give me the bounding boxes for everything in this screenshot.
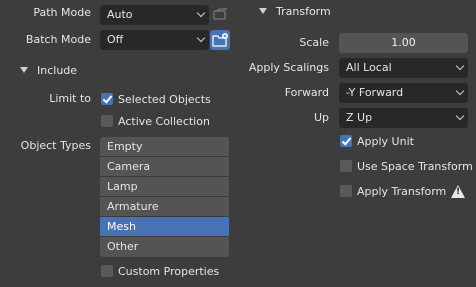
chevron-down-icon [196,8,206,18]
custom-properties-label: Custom Properties [118,265,220,278]
batch-mode-label: Batch Mode [25,33,91,46]
batch-mode-dropdown[interactable]: Off [100,30,209,50]
up-value: Z Up [346,111,373,124]
scale-field[interactable]: 1.00 [339,33,468,53]
apply-unit-checkbox[interactable]: Apply Unit [340,133,414,151]
disclosure-triangle-icon [20,67,28,73]
checkmark-icon [340,135,352,147]
path-mode-label: Path Mode [33,6,91,19]
apply-scalings-dropdown[interactable]: All Local [339,58,468,78]
object-type-empty[interactable]: Empty [100,137,229,157]
batch-mode-value: Off [107,33,124,46]
object-type-other[interactable]: Other [100,237,229,257]
use-space-transform-label: Use Space Transform [357,160,473,173]
active-collection-label: Active Collection [118,115,210,128]
apply-scalings-value: All Local [346,61,392,74]
active-collection-checkbox[interactable]: Active Collection [101,113,210,131]
apply-unit-label: Apply Unit [357,135,414,148]
embed-file-toggle[interactable] [211,6,229,24]
up-label: Up [313,111,329,124]
chevron-down-icon [455,61,465,71]
new-folder-toggle[interactable] [210,30,230,50]
limit-to-label: Limit to [49,92,91,105]
checkbox-icon [340,160,352,172]
right-panel: Transform Scale 1.00 Apply Scalings All … [243,0,476,287]
checkmark-icon [101,93,113,105]
object-types-label: Object Types [20,139,91,152]
apply-transform-label: Apply Transform [357,185,447,198]
path-mode-dropdown[interactable]: Auto [100,5,209,25]
checkbox-icon [101,115,113,127]
selected-objects-label: Selected Objects [118,93,211,106]
forward-dropdown[interactable]: -Y Forward [339,83,468,103]
forward-value: -Y Forward [346,86,404,99]
object-type-armature[interactable]: Armature [100,197,229,217]
custom-properties-checkbox[interactable]: Custom Properties [101,263,219,281]
checkbox-icon [101,265,113,277]
chevron-down-icon [455,111,465,121]
apply-scalings-label: Apply Scalings [248,61,329,74]
object-type-mesh[interactable]: Mesh [100,217,229,237]
include-title: Include [37,64,78,77]
chevron-down-icon [196,33,206,43]
transform-title: Transform [276,5,331,18]
disclosure-triangle-icon [259,8,267,14]
object-type-lamp[interactable]: Lamp [100,177,229,197]
checkbox-icon [340,185,352,197]
path-mode-value: Auto [107,8,133,21]
up-dropdown[interactable]: Z Up [339,108,468,128]
include-section-header[interactable]: Include [20,60,77,82]
new-folder-icon [212,33,228,47]
use-space-transform-checkbox[interactable]: Use Space Transform [340,158,473,176]
embed-file-icon [213,8,227,20]
selected-objects-checkbox[interactable]: Selected Objects [101,91,211,109]
object-types-list: Empty Camera Lamp Armature Mesh Other [100,137,229,257]
warning-icon: ! [451,185,465,199]
scale-label: Scale [299,36,329,49]
transform-section-header[interactable]: Transform [259,1,331,23]
forward-label: Forward [284,86,329,99]
object-type-camera[interactable]: Camera [100,157,229,177]
apply-transform-checkbox[interactable]: Apply Transform [340,183,446,201]
left-panel: Path Mode Auto Batch Mode Off Include Li… [0,0,243,287]
chevron-down-icon [455,86,465,96]
